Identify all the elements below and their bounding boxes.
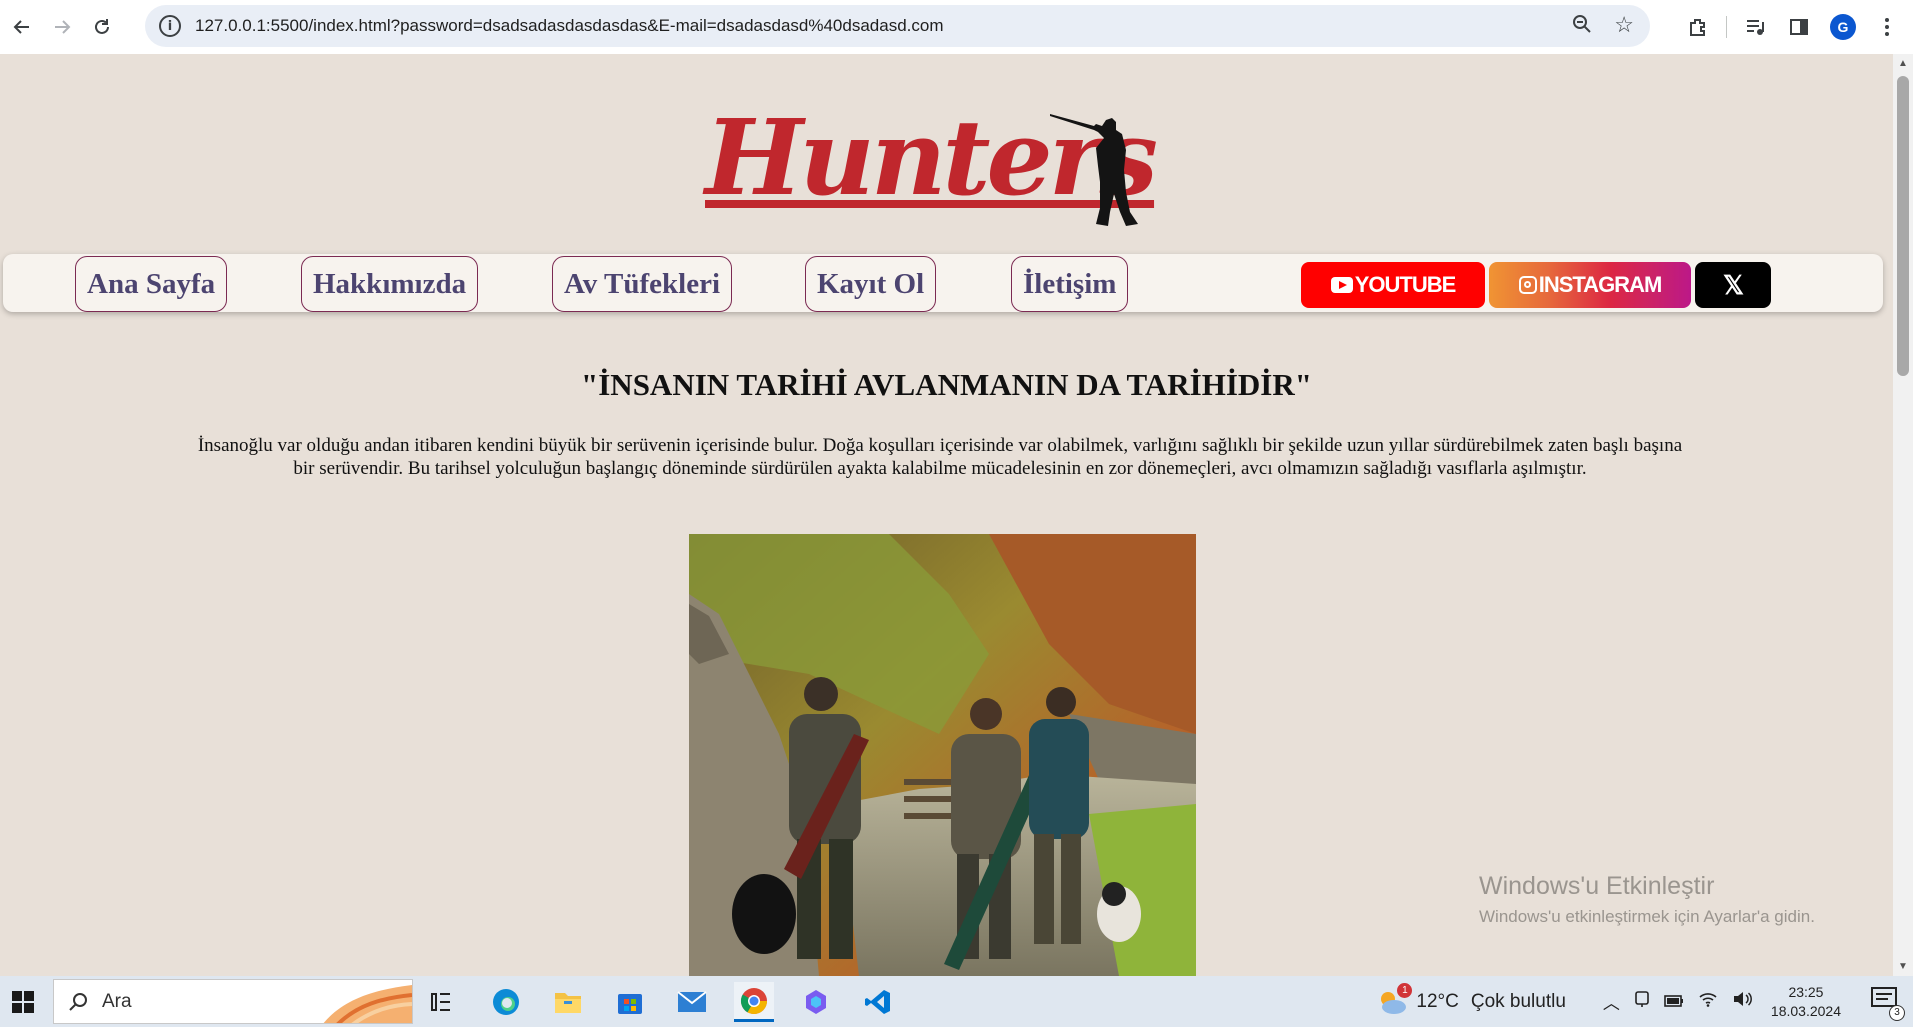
youtube-label: YOUTUBE	[1354, 272, 1457, 297]
scroll-down-arrow-icon[interactable]: ▼	[1898, 961, 1908, 972]
windows-activation-watermark: Windows'u Etkinleştir Windows'u etkinleş…	[1479, 872, 1815, 927]
nav-home-link[interactable]: Ana Sayfa	[75, 256, 228, 312]
url-text[interactable]: 127.0.0.1:5500/index.html?password=dsads…	[195, 16, 944, 36]
scrollbar-thumb[interactable]	[1897, 76, 1909, 376]
scroll-up-arrow-icon[interactable]: ▲	[1898, 58, 1908, 69]
battery-icon[interactable]	[1664, 992, 1684, 1012]
volume-icon[interactable]	[1732, 991, 1752, 1012]
extensions-icon[interactable]	[1676, 5, 1720, 49]
mail-icon[interactable]	[672, 982, 712, 1022]
youtube-icon	[1330, 277, 1353, 293]
nav-rifles-link[interactable]: Av Tüfekleri	[552, 256, 733, 312]
site-header: Hunters	[705, 96, 1165, 236]
notification-center-icon[interactable]: 3	[1871, 986, 1905, 1021]
meet-now-icon[interactable]	[1634, 990, 1650, 1013]
bookmark-star-icon[interactable]: ☆	[1614, 12, 1634, 38]
back-button[interactable]	[2, 7, 42, 47]
menu-kebab-icon[interactable]	[1865, 5, 1909, 49]
copilot-icon[interactable]	[796, 982, 836, 1022]
nav-register-link[interactable]: Kayıt Ol	[805, 256, 937, 312]
watermark-subtitle: Windows'u etkinleştirmek için Ayarlar'a …	[1479, 907, 1815, 926]
notification-count-badge: 3	[1889, 1004, 1905, 1021]
chevron-up-icon[interactable]: ︿	[1603, 989, 1620, 1014]
weather-description: Çok bulutlu	[1470, 990, 1566, 1012]
browser-toolbar: i 127.0.0.1:5500/index.html?password=dsa…	[0, 0, 1913, 54]
instagram-label: INSTAGRAM	[1538, 272, 1663, 297]
windows-taskbar: Ara 1 12°C Çok bulutlu ︿ 23:25 18.03.202…	[0, 976, 1913, 1027]
instagram-button[interactable]: INSTAGRAM	[1489, 262, 1691, 308]
wifi-icon[interactable]	[1698, 991, 1718, 1012]
address-bar[interactable]: i 127.0.0.1:5500/index.html?password=dsa…	[145, 5, 1650, 47]
start-button[interactable]	[0, 976, 46, 1027]
media-control-icon[interactable]	[1733, 5, 1777, 49]
forward-arrow-icon	[55, 20, 71, 34]
x-twitter-button[interactable]: 𝕏	[1695, 262, 1771, 308]
side-panel-icon[interactable]	[1777, 5, 1821, 49]
file-explorer-icon[interactable]	[548, 982, 588, 1022]
watermark-title: Windows'u Etkinleştir	[1479, 872, 1715, 900]
intro-paragraph: İnsanoğlu var olduğu andan itibaren kend…	[197, 435, 1683, 479]
chrome-icon[interactable]	[734, 982, 774, 1022]
back-arrow-icon	[13, 20, 29, 34]
clock-time: 23:25	[1788, 983, 1824, 1000]
edge-browser-icon[interactable]	[486, 982, 526, 1022]
weather-alert-badge: 1	[1397, 982, 1413, 998]
forward-button[interactable]	[42, 7, 82, 47]
avatar: G	[1830, 14, 1856, 40]
youtube-button[interactable]: YOUTUBE	[1301, 262, 1485, 308]
toolbar-divider	[1726, 16, 1727, 38]
search-icon	[69, 992, 87, 1011]
nav-contact-link[interactable]: İletişim	[1011, 256, 1129, 312]
page-scrollbar[interactable]: ▲ ▼	[1893, 54, 1913, 976]
windows-logo-icon	[12, 990, 34, 1013]
nav-about-link[interactable]: Hakkımızda	[301, 256, 479, 312]
reload-icon	[95, 19, 109, 34]
hunters-photo	[689, 534, 1196, 976]
weather-widget[interactable]: 1 12°C Çok bulutlu	[1376, 982, 1566, 1015]
system-clock[interactable]: 23:25 18.03.2024	[1771, 983, 1841, 1021]
zoom-icon[interactable]	[1572, 14, 1592, 40]
site-info-icon[interactable]: i	[159, 15, 181, 37]
instagram-icon	[1518, 276, 1537, 294]
main-navbar: Ana Sayfa Hakkımızda Av Tüfekleri Kayıt …	[3, 254, 1883, 312]
reload-button[interactable]	[82, 7, 122, 47]
system-tray: 1 12°C Çok bulutlu ︿ 23:25 18.03.2024 3	[1376, 976, 1913, 1027]
microsoft-store-icon[interactable]	[610, 982, 650, 1022]
page-viewport: Hunters Ana Sayfa Hakkımızda Av Tüfekler…	[0, 54, 1893, 976]
weather-temperature: 12°C	[1416, 990, 1459, 1012]
search-highlight-art	[323, 985, 412, 1023]
vscode-icon[interactable]	[858, 982, 898, 1022]
hunter-silhouette-icon	[1050, 114, 1138, 226]
task-view-icon[interactable]	[423, 982, 463, 1022]
search-placeholder: Ara	[102, 990, 132, 1012]
browser-actions: G	[1676, 0, 1913, 54]
taskbar-search-box[interactable]: Ara	[53, 979, 413, 1024]
page-headline: "İNSANIN TARİHİ AVLANMANIN DA TARİHİDİR"	[581, 367, 1312, 402]
x-logo-icon: 𝕏	[1723, 269, 1744, 300]
profile-button[interactable]: G	[1821, 5, 1865, 49]
cloudy-weather-icon: 1	[1376, 982, 1413, 1015]
clock-date: 18.03.2024	[1770, 1002, 1841, 1019]
